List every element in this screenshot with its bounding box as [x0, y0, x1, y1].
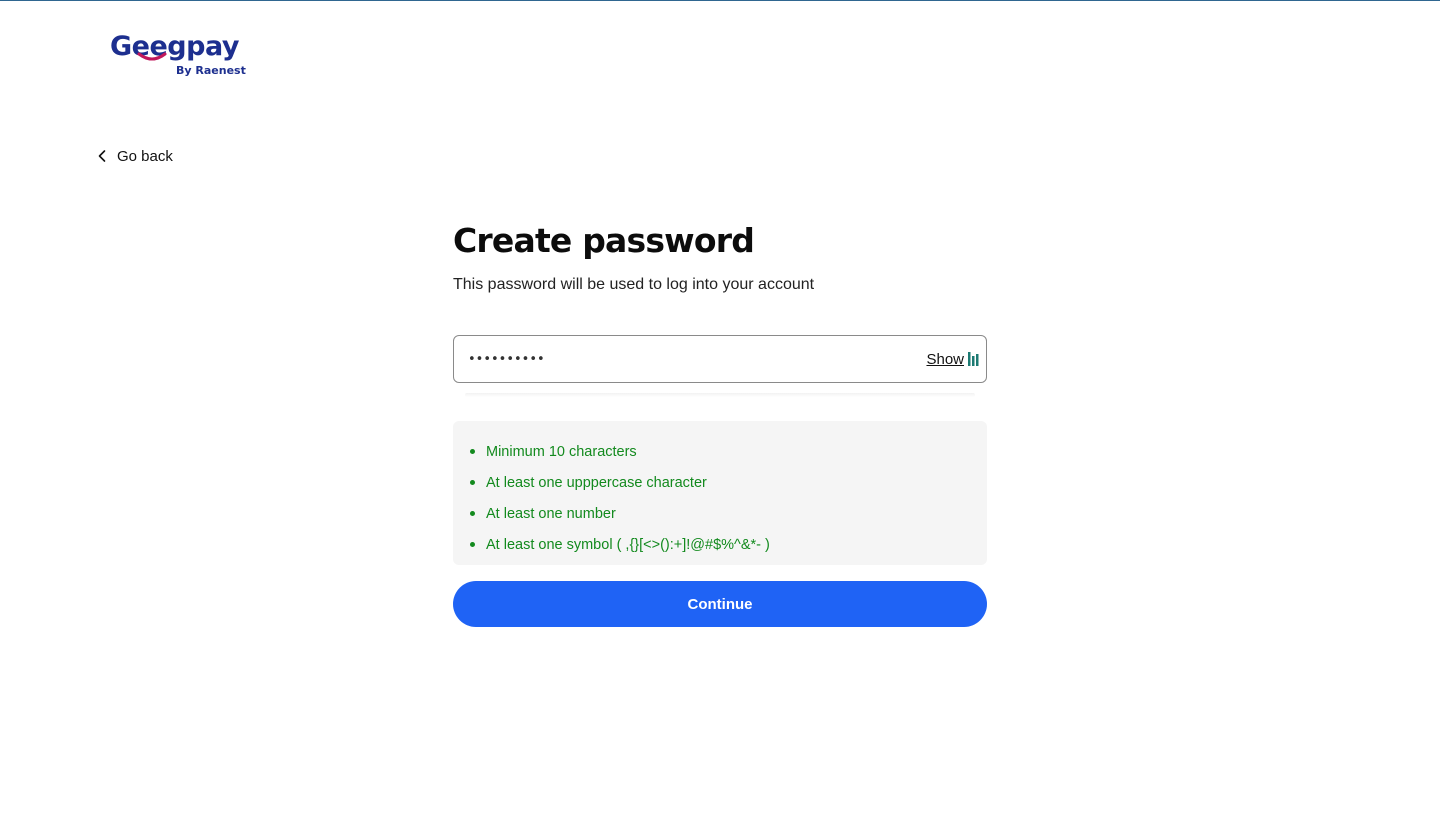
- go-back-link[interactable]: Go back: [97, 144, 173, 168]
- bullet-icon: [470, 511, 475, 516]
- bullet-icon: [470, 480, 475, 485]
- chevron-left-icon: [98, 150, 106, 162]
- geegpay-logo[interactable]: Geegpay By Raenest: [110, 30, 250, 82]
- requirement-text: Minimum 10 characters: [486, 443, 637, 460]
- requirement-item: At least one symbol ( ,{}[<>():+]!@#$%^&…: [469, 529, 971, 560]
- top-divider: [0, 0, 1440, 1]
- page-subtitle: This password will be used to log into y…: [453, 276, 815, 293]
- show-password-toggle[interactable]: Show: [926, 351, 964, 368]
- create-password-form: Create password This password will be us…: [453, 220, 987, 627]
- requirement-item: Minimum 10 characters: [469, 436, 971, 467]
- bullet-icon: [470, 542, 475, 547]
- logo-wordmark: Geegpay: [110, 31, 239, 62]
- password-manager-icon[interactable]: [968, 352, 980, 366]
- smile-icon: [137, 52, 167, 61]
- field-shadow: [465, 393, 975, 397]
- requirement-text: At least one upppercase character: [486, 474, 707, 491]
- logo-subtext: By Raenest: [176, 64, 246, 77]
- continue-button[interactable]: Continue: [453, 581, 987, 627]
- go-back-label: Go back: [117, 147, 173, 165]
- requirement-text: At least one symbol ( ,{}[<>():+]!@#$%^&…: [486, 536, 770, 553]
- password-requirements: Minimum 10 characters At least one upppe…: [453, 421, 987, 565]
- page-title: Create password: [453, 221, 755, 260]
- requirement-text: At least one number: [486, 505, 616, 522]
- bullet-icon: [470, 449, 475, 454]
- password-field[interactable]: Show: [453, 335, 987, 383]
- requirement-item: At least one upppercase character: [469, 467, 971, 498]
- requirement-item: At least one number: [469, 498, 971, 529]
- password-input[interactable]: [468, 351, 927, 367]
